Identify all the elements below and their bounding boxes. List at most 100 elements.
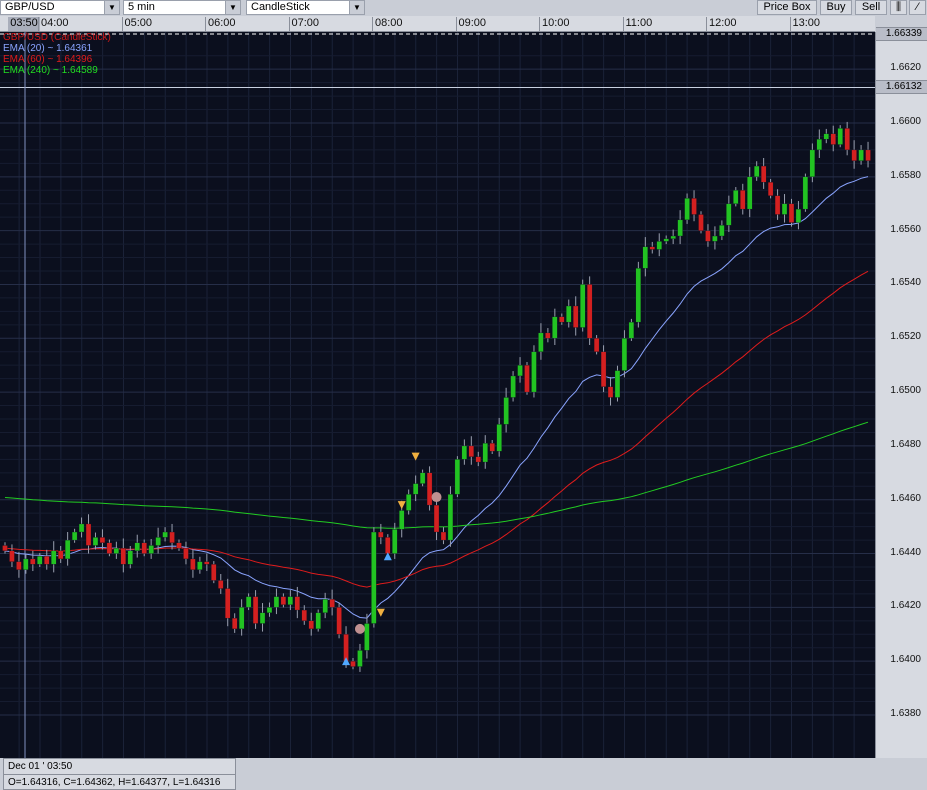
candlestick-chart[interactable] xyxy=(0,32,875,758)
candle-body xyxy=(2,545,8,552)
bars-icon[interactable]: ⫼ xyxy=(890,0,907,15)
candle-body xyxy=(155,537,161,546)
time-label: 12:00 xyxy=(706,17,737,32)
candle-body xyxy=(684,198,690,221)
toolbar: GBP/USD ▼ 5 min ▼ CandleStick ▼ Price Box B… xyxy=(0,0,927,16)
time-label: 13:00 xyxy=(789,17,820,32)
candle-body xyxy=(259,612,266,624)
candle-body xyxy=(294,596,300,611)
hline-price-marker: 1.66132 xyxy=(876,80,927,94)
time-axis: 03:50 04:00 05:00 06:00 07:00 08:00 09:00 10:0… xyxy=(0,16,875,32)
price-label: 1.6480 xyxy=(890,438,921,450)
candle-body xyxy=(858,149,864,161)
candle-body xyxy=(774,195,781,215)
sell-button[interactable]: Sell xyxy=(855,0,887,15)
candle-body xyxy=(733,190,739,204)
candle-body xyxy=(148,545,154,554)
candle-body xyxy=(378,531,384,538)
candle-body xyxy=(141,542,147,554)
candle-body xyxy=(44,556,50,565)
candle-body xyxy=(524,365,530,393)
candle-body xyxy=(218,580,224,589)
time-label: 11:00 xyxy=(622,17,652,32)
candle-body xyxy=(670,235,676,239)
candle-body xyxy=(614,370,621,398)
candle-body xyxy=(238,607,245,630)
candle-body xyxy=(162,531,168,538)
candle-body xyxy=(385,537,391,554)
candle-body xyxy=(23,558,29,570)
price-label: 1.6400 xyxy=(890,654,921,666)
line-icon[interactable]: ⁄ xyxy=(909,0,926,15)
candle-body xyxy=(71,531,78,541)
time-label: 06:00 xyxy=(205,17,236,32)
candle-body xyxy=(830,133,836,145)
position-close-marker xyxy=(354,623,365,634)
interval-select[interactable]: 5 min ▼ xyxy=(123,0,241,15)
candle-body xyxy=(677,219,683,237)
candle-body xyxy=(16,561,22,570)
time-label: 05:00 xyxy=(121,17,152,32)
price-label: 1.6600 xyxy=(890,116,921,127)
sell-marker-icon xyxy=(397,501,406,510)
legend-ema240: EMA (240) ~ 1.64589 xyxy=(3,65,98,76)
candle-body xyxy=(586,284,593,339)
candle-body xyxy=(357,650,363,667)
candle-body xyxy=(120,548,126,565)
candle-body xyxy=(809,149,816,177)
symbol-select[interactable]: GBP/USD ▼ xyxy=(0,0,120,15)
legend: GBP/USD (CandleStick) EMA (20) ~ 1.64361… xyxy=(3,32,111,76)
candle-body xyxy=(823,133,829,140)
candle-body xyxy=(447,494,454,541)
candle-body xyxy=(106,542,113,554)
top-price-marker: 1.66339 xyxy=(876,27,927,41)
candle-body xyxy=(781,203,788,215)
candle-body xyxy=(712,235,718,242)
chevron-down-icon[interactable]: ▼ xyxy=(349,1,364,14)
candle-body xyxy=(865,149,871,161)
candle-body xyxy=(767,182,774,196)
candle-body xyxy=(197,561,203,570)
candle-body xyxy=(517,365,523,377)
candle-body xyxy=(816,138,822,151)
candle-body xyxy=(280,596,287,605)
candle-body xyxy=(266,607,273,613)
candle-body xyxy=(573,305,579,328)
chart-area[interactable]: GBP/USD (CandleStick) EMA (20) ~ 1.64361… xyxy=(0,32,875,790)
candle-body xyxy=(329,599,335,608)
chevron-down-icon[interactable]: ▼ xyxy=(104,1,119,14)
price-label: 1.6560 xyxy=(890,223,921,235)
candle-body xyxy=(754,165,760,177)
candle-body xyxy=(301,609,307,621)
candle-body xyxy=(538,332,544,352)
price-box-button[interactable]: Price Box xyxy=(757,0,817,15)
candle-body xyxy=(475,456,481,463)
candle-body xyxy=(656,241,662,250)
candle-body xyxy=(489,443,495,452)
candle-body xyxy=(315,612,321,630)
candle-body xyxy=(503,397,509,425)
chart-type-value: CandleStick xyxy=(251,1,310,13)
candle-body xyxy=(663,238,669,242)
candle-body xyxy=(190,558,196,570)
price-label: 1.6460 xyxy=(890,492,921,504)
candle-body xyxy=(559,316,565,323)
candle-body xyxy=(726,203,732,226)
candle-body xyxy=(113,548,120,554)
candle-body xyxy=(566,305,572,323)
buy-button[interactable]: Buy xyxy=(820,0,852,15)
candle-body xyxy=(51,550,57,565)
candle-body xyxy=(649,246,655,250)
candle-body xyxy=(607,386,614,398)
candle-body xyxy=(802,176,809,210)
chart-type-select[interactable]: CandleStick ▼ xyxy=(246,0,365,15)
candle-body xyxy=(322,599,328,613)
info-date: Dec 01 ' 03:50 xyxy=(8,761,73,772)
position-close-marker xyxy=(431,492,442,503)
candle-body xyxy=(85,523,92,546)
candle-body xyxy=(127,550,133,565)
chevron-down-icon[interactable]: ▼ xyxy=(225,1,240,14)
candle-body xyxy=(747,176,753,210)
candle-body xyxy=(510,375,516,398)
candle-body xyxy=(433,504,440,533)
